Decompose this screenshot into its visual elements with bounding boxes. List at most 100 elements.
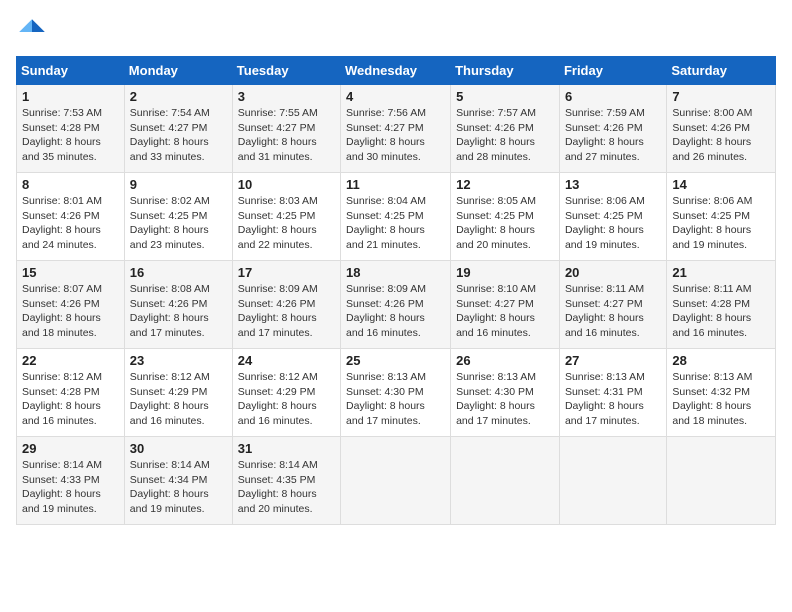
sunrise-label: Sunrise: 7:57 AM [456,107,536,119]
calendar-cell: 1 Sunrise: 7:53 AM Sunset: 4:28 PM Dayli… [17,85,125,173]
calendar-header-row: SundayMondayTuesdayWednesdayThursdayFrid… [17,57,776,85]
sunset-label: Sunset: 4:25 PM [456,210,534,222]
day-number: 7 [672,89,770,104]
sunset-label: Sunset: 4:27 PM [346,122,424,134]
sunset-label: Sunset: 4:31 PM [565,386,643,398]
day-info: Sunrise: 8:00 AM Sunset: 4:26 PM Dayligh… [672,106,770,165]
sunset-label: Sunset: 4:25 PM [672,210,750,222]
sunset-label: Sunset: 4:34 PM [130,474,208,486]
day-number: 26 [456,353,554,368]
sunset-label: Sunset: 4:27 PM [130,122,208,134]
calendar-cell [667,437,776,525]
day-number: 10 [238,177,335,192]
sunrise-label: Sunrise: 8:04 AM [346,195,426,207]
daylight-label: Daylight: 8 hours and 28 minutes. [456,136,535,163]
sunset-label: Sunset: 4:26 PM [672,122,750,134]
sunrise-label: Sunrise: 8:14 AM [22,459,102,471]
calendar-cell: 31 Sunrise: 8:14 AM Sunset: 4:35 PM Dayl… [232,437,340,525]
day-number: 18 [346,265,445,280]
sunset-label: Sunset: 4:30 PM [456,386,534,398]
sunset-label: Sunset: 4:26 PM [346,298,424,310]
sunrise-label: Sunrise: 8:12 AM [130,371,210,383]
logo [16,16,52,48]
daylight-label: Daylight: 8 hours and 16 minutes. [130,400,209,427]
daylight-label: Daylight: 8 hours and 33 minutes. [130,136,209,163]
daylight-label: Daylight: 8 hours and 19 minutes. [130,488,209,515]
calendar-cell: 16 Sunrise: 8:08 AM Sunset: 4:26 PM Dayl… [124,261,232,349]
sunset-label: Sunset: 4:27 PM [238,122,316,134]
sunset-label: Sunset: 4:25 PM [130,210,208,222]
day-number: 6 [565,89,661,104]
sunset-label: Sunset: 4:26 PM [565,122,643,134]
day-info: Sunrise: 8:03 AM Sunset: 4:25 PM Dayligh… [238,194,335,253]
calendar-cell: 15 Sunrise: 8:07 AM Sunset: 4:26 PM Dayl… [17,261,125,349]
day-number: 20 [565,265,661,280]
day-number: 24 [238,353,335,368]
daylight-label: Daylight: 8 hours and 17 minutes. [130,312,209,339]
calendar-cell: 30 Sunrise: 8:14 AM Sunset: 4:34 PM Dayl… [124,437,232,525]
sunset-label: Sunset: 4:28 PM [672,298,750,310]
day-number: 27 [565,353,661,368]
daylight-label: Daylight: 8 hours and 22 minutes. [238,224,317,251]
sunrise-label: Sunrise: 8:00 AM [672,107,752,119]
sunrise-label: Sunrise: 7:53 AM [22,107,102,119]
day-info: Sunrise: 8:11 AM Sunset: 4:28 PM Dayligh… [672,282,770,341]
calendar-week-3: 15 Sunrise: 8:07 AM Sunset: 4:26 PM Dayl… [17,261,776,349]
calendar-cell [451,437,560,525]
day-number: 11 [346,177,445,192]
day-info: Sunrise: 8:13 AM Sunset: 4:30 PM Dayligh… [456,370,554,429]
calendar-week-2: 8 Sunrise: 8:01 AM Sunset: 4:26 PM Dayli… [17,173,776,261]
calendar-cell: 5 Sunrise: 7:57 AM Sunset: 4:26 PM Dayli… [451,85,560,173]
day-number: 4 [346,89,445,104]
day-number: 29 [22,441,119,456]
logo-icon [16,16,48,48]
day-number: 1 [22,89,119,104]
daylight-label: Daylight: 8 hours and 19 minutes. [22,488,101,515]
header-monday: Monday [124,57,232,85]
daylight-label: Daylight: 8 hours and 20 minutes. [238,488,317,515]
calendar-week-4: 22 Sunrise: 8:12 AM Sunset: 4:28 PM Dayl… [17,349,776,437]
sunset-label: Sunset: 4:26 PM [130,298,208,310]
calendar-cell: 4 Sunrise: 7:56 AM Sunset: 4:27 PM Dayli… [341,85,451,173]
sunrise-label: Sunrise: 8:06 AM [565,195,645,207]
day-number: 12 [456,177,554,192]
sunset-label: Sunset: 4:27 PM [565,298,643,310]
calendar-cell: 27 Sunrise: 8:13 AM Sunset: 4:31 PM Dayl… [559,349,666,437]
daylight-label: Daylight: 8 hours and 19 minutes. [672,224,751,251]
day-info: Sunrise: 8:05 AM Sunset: 4:25 PM Dayligh… [456,194,554,253]
sunrise-label: Sunrise: 8:01 AM [22,195,102,207]
calendar-cell: 6 Sunrise: 7:59 AM Sunset: 4:26 PM Dayli… [559,85,666,173]
day-info: Sunrise: 8:13 AM Sunset: 4:32 PM Dayligh… [672,370,770,429]
sunrise-label: Sunrise: 8:08 AM [130,283,210,295]
day-number: 5 [456,89,554,104]
sunrise-label: Sunrise: 7:59 AM [565,107,645,119]
daylight-label: Daylight: 8 hours and 19 minutes. [565,224,644,251]
day-number: 3 [238,89,335,104]
day-info: Sunrise: 8:14 AM Sunset: 4:33 PM Dayligh… [22,458,119,517]
daylight-label: Daylight: 8 hours and 20 minutes. [456,224,535,251]
sunrise-label: Sunrise: 8:09 AM [238,283,318,295]
day-number: 30 [130,441,227,456]
header-friday: Friday [559,57,666,85]
daylight-label: Daylight: 8 hours and 31 minutes. [238,136,317,163]
header-saturday: Saturday [667,57,776,85]
day-number: 8 [22,177,119,192]
sunrise-label: Sunrise: 8:03 AM [238,195,318,207]
sunset-label: Sunset: 4:25 PM [565,210,643,222]
day-number: 21 [672,265,770,280]
daylight-label: Daylight: 8 hours and 17 minutes. [346,400,425,427]
calendar-cell: 21 Sunrise: 8:11 AM Sunset: 4:28 PM Dayl… [667,261,776,349]
sunrise-label: Sunrise: 8:07 AM [22,283,102,295]
daylight-label: Daylight: 8 hours and 27 minutes. [565,136,644,163]
day-info: Sunrise: 8:12 AM Sunset: 4:29 PM Dayligh… [238,370,335,429]
daylight-label: Daylight: 8 hours and 35 minutes. [22,136,101,163]
sunrise-label: Sunrise: 7:54 AM [130,107,210,119]
day-number: 15 [22,265,119,280]
calendar-cell: 8 Sunrise: 8:01 AM Sunset: 4:26 PM Dayli… [17,173,125,261]
day-info: Sunrise: 8:13 AM Sunset: 4:30 PM Dayligh… [346,370,445,429]
sunset-label: Sunset: 4:25 PM [346,210,424,222]
day-info: Sunrise: 8:12 AM Sunset: 4:28 PM Dayligh… [22,370,119,429]
sunset-label: Sunset: 4:28 PM [22,386,100,398]
sunset-label: Sunset: 4:26 PM [456,122,534,134]
day-number: 25 [346,353,445,368]
